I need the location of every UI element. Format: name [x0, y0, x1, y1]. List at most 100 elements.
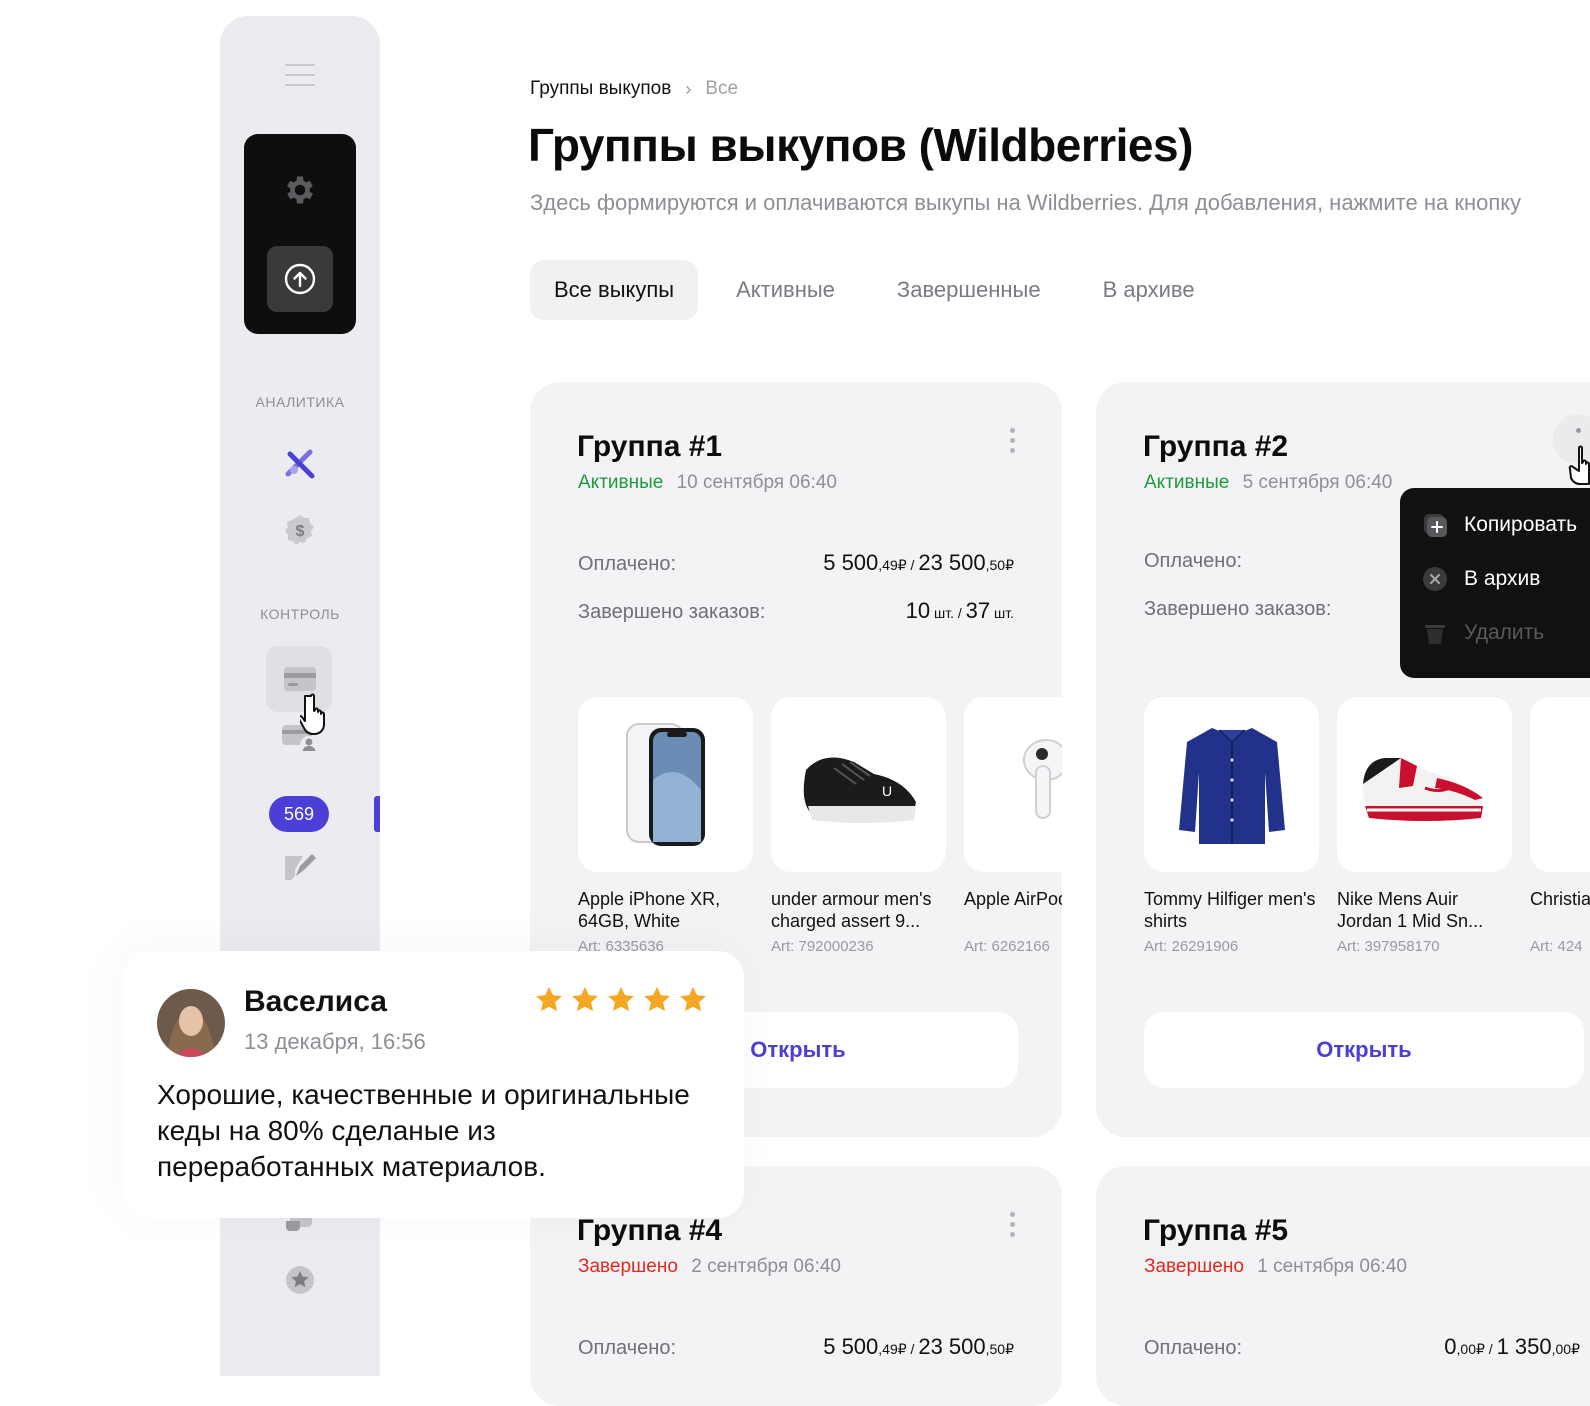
- product-list: Apple iPhone XR, 64GB, White Art: 633563…: [578, 697, 1062, 967]
- status-badge: Завершено: [1144, 1256, 1244, 1277]
- product-name: Tommy Hilfiger men's shirts: [1144, 889, 1316, 931]
- more-options-icon[interactable]: [1010, 428, 1016, 458]
- hand-cursor-icon: [1568, 445, 1590, 485]
- menu-item-delete[interactable]: Удалить: [1422, 620, 1544, 646]
- star-icon: [536, 986, 562, 1012]
- product-art: Art: 6262166: [964, 938, 1050, 955]
- status-badge: Активные: [1144, 472, 1230, 493]
- paid-label: Оплачено:: [1144, 1337, 1243, 1359]
- more-options-icon[interactable]: [1010, 1212, 1016, 1242]
- product-name: Apple iPhone XR, 64GB, White: [578, 889, 721, 931]
- group-title: Группа #1: [577, 430, 723, 463]
- edit-icon[interactable]: [278, 846, 322, 890]
- group-status-line: Завершено 2 сентября 06:40: [578, 1256, 841, 1278]
- breadcrumb: Группы выкупов › Все: [530, 78, 738, 100]
- paid-label: Оплачено:: [578, 1337, 677, 1359]
- filter-tabs: Все выкупы Активные Завершенные В архиве: [530, 260, 1233, 320]
- product-name: Nike Mens Auir Jordan 1 Mid Sn...: [1337, 889, 1484, 931]
- product-item[interactable]: Apple AirPods Art: 6262166: [964, 697, 1062, 955]
- trash-icon: [1422, 620, 1448, 646]
- product-item[interactable]: Tommy Hilfiger men's shirts Art: 2629190…: [1144, 697, 1319, 955]
- product-item[interactable]: U under armour men's charged assert 9...…: [771, 697, 946, 955]
- paid-label: Оплачено:: [578, 553, 677, 575]
- analytics-icon[interactable]: [278, 442, 322, 486]
- upload-button[interactable]: [267, 246, 333, 312]
- menu-icon[interactable]: [285, 64, 315, 86]
- tab-archive[interactable]: В архиве: [1079, 260, 1219, 320]
- page-subtitle: Здесь формируются и оплачиваются выкупы …: [530, 190, 1522, 215]
- star-icon: [680, 986, 706, 1012]
- svg-text:U: U: [882, 783, 892, 799]
- menu-item-archive[interactable]: В архив: [1422, 566, 1540, 592]
- product-image-jordan: [1337, 697, 1512, 872]
- status-badge: Активные: [578, 472, 664, 493]
- hand-cursor-icon: [300, 693, 325, 735]
- status-badge: Завершено: [578, 1256, 678, 1277]
- rating-stars: [534, 985, 708, 1015]
- review-card: Васелиса 13 декабря, 16:56 Хорошие, каче…: [124, 951, 744, 1218]
- product-art: Art: 26291906: [1144, 938, 1239, 955]
- group-title: Группа #4: [577, 1214, 723, 1247]
- menu-item-copy[interactable]: Копировать: [1422, 512, 1577, 538]
- breadcrumb-separator: ›: [685, 78, 692, 99]
- paid-value: 0,00₽ / 1 350,00₽: [1444, 1334, 1580, 1359]
- product-name: under armour men's charged assert 9...: [771, 889, 932, 931]
- gear-icon[interactable]: [282, 172, 318, 208]
- breadcrumb-current: Все: [705, 78, 739, 99]
- product-art: Art: 792000236: [771, 938, 874, 955]
- paid-row: Оплачено: 5 500,49₽ / 23 500,50₽: [578, 550, 1014, 576]
- paid-value: 5 500,49₽ / 23 500,50₽: [823, 550, 1014, 575]
- group-title: Группа #5: [1143, 1214, 1289, 1247]
- tab-all[interactable]: Все выкупы: [530, 260, 699, 320]
- scroll-indicator: [374, 796, 380, 832]
- orders-label: Завершено заказов:: [578, 601, 766, 623]
- product-name: Christian Sauvage: [1530, 889, 1590, 909]
- breadcrumb-link-groups[interactable]: Группы выкупов: [530, 78, 671, 100]
- svg-text:$: $: [296, 523, 305, 540]
- page-title: Группы выкупов (Wildberries): [528, 119, 1193, 171]
- review-date: 13 декабря, 16:56: [244, 1029, 426, 1054]
- copy-icon: [1422, 512, 1448, 538]
- section-label-control: КОНТРОЛЬ: [260, 606, 340, 622]
- context-menu: Копировать В архив Удалить: [1400, 488, 1590, 678]
- star-icon: [644, 986, 670, 1012]
- section-label-analytics: АНАЛИТИКА: [255, 394, 345, 410]
- orders-value: 10 шт. / 37 шт.: [905, 598, 1014, 623]
- product-image-sneaker: U: [771, 697, 946, 872]
- group-status-line: Завершено 1 сентября 06:40: [1144, 1256, 1407, 1278]
- group-status-line: Активные 5 сентября 06:40: [1144, 472, 1392, 494]
- product-image-iphone: [578, 697, 753, 872]
- product-list: Tommy Hilfiger men's shirts Art: 2629190…: [1144, 697, 1590, 967]
- more-options-icon[interactable]: [1576, 428, 1581, 438]
- paid-value: 5 500,49₽ / 23 500,50₽: [823, 1334, 1014, 1359]
- paid-row: Оплачено: 0,00₽ / 1 350,00₽: [1144, 1334, 1580, 1360]
- orders-label: Завершено заказов:: [1144, 598, 1332, 620]
- reviewer-name: Васелиса: [244, 985, 387, 1018]
- upload-arrow-icon: [284, 263, 316, 295]
- menu-item-copy-label: Копировать: [1464, 513, 1578, 536]
- group-date: 1 сентября 06:40: [1257, 1256, 1407, 1277]
- group-date: 5 сентября 06:40: [1242, 472, 1393, 493]
- product-item[interactable]: Nike Mens Auir Jordan 1 Mid Sn... Art: 3…: [1337, 697, 1512, 955]
- notification-badge[interactable]: 569: [269, 796, 329, 832]
- quick-actions-panel: [244, 134, 356, 334]
- star-icon: [608, 986, 634, 1012]
- dollar-badge-icon[interactable]: $: [278, 508, 322, 552]
- close-circle-icon: [1422, 566, 1448, 592]
- product-item[interactable]: Christian Sauvage Art: 424: [1530, 697, 1590, 955]
- group-card: Группа #5 Завершено 1 сентября 06:40 Опл…: [1096, 1166, 1590, 1406]
- star-icon: [572, 986, 598, 1012]
- menu-item-delete-label: Удалить: [1464, 621, 1545, 644]
- paid-row: Оплачено: 5 500,49₽ / 23 500,50₽: [578, 1334, 1014, 1360]
- orders-row: Завершено заказов: 10 шт. / 37 шт.: [578, 598, 1014, 624]
- group-title: Группа #2: [1143, 430, 1289, 463]
- open-group-button[interactable]: Открыть: [1144, 1012, 1584, 1088]
- tab-completed[interactable]: Завершенные: [873, 260, 1065, 320]
- product-image-perfume: [1530, 697, 1590, 872]
- group-date: 10 сентября 06:40: [676, 472, 837, 493]
- paid-label: Оплачено:: [1144, 550, 1243, 572]
- product-item[interactable]: Apple iPhone XR, 64GB, White Art: 633563…: [578, 697, 753, 955]
- avatar: [157, 989, 225, 1057]
- tab-active[interactable]: Активные: [712, 260, 859, 320]
- star-badge-icon[interactable]: [278, 1258, 322, 1302]
